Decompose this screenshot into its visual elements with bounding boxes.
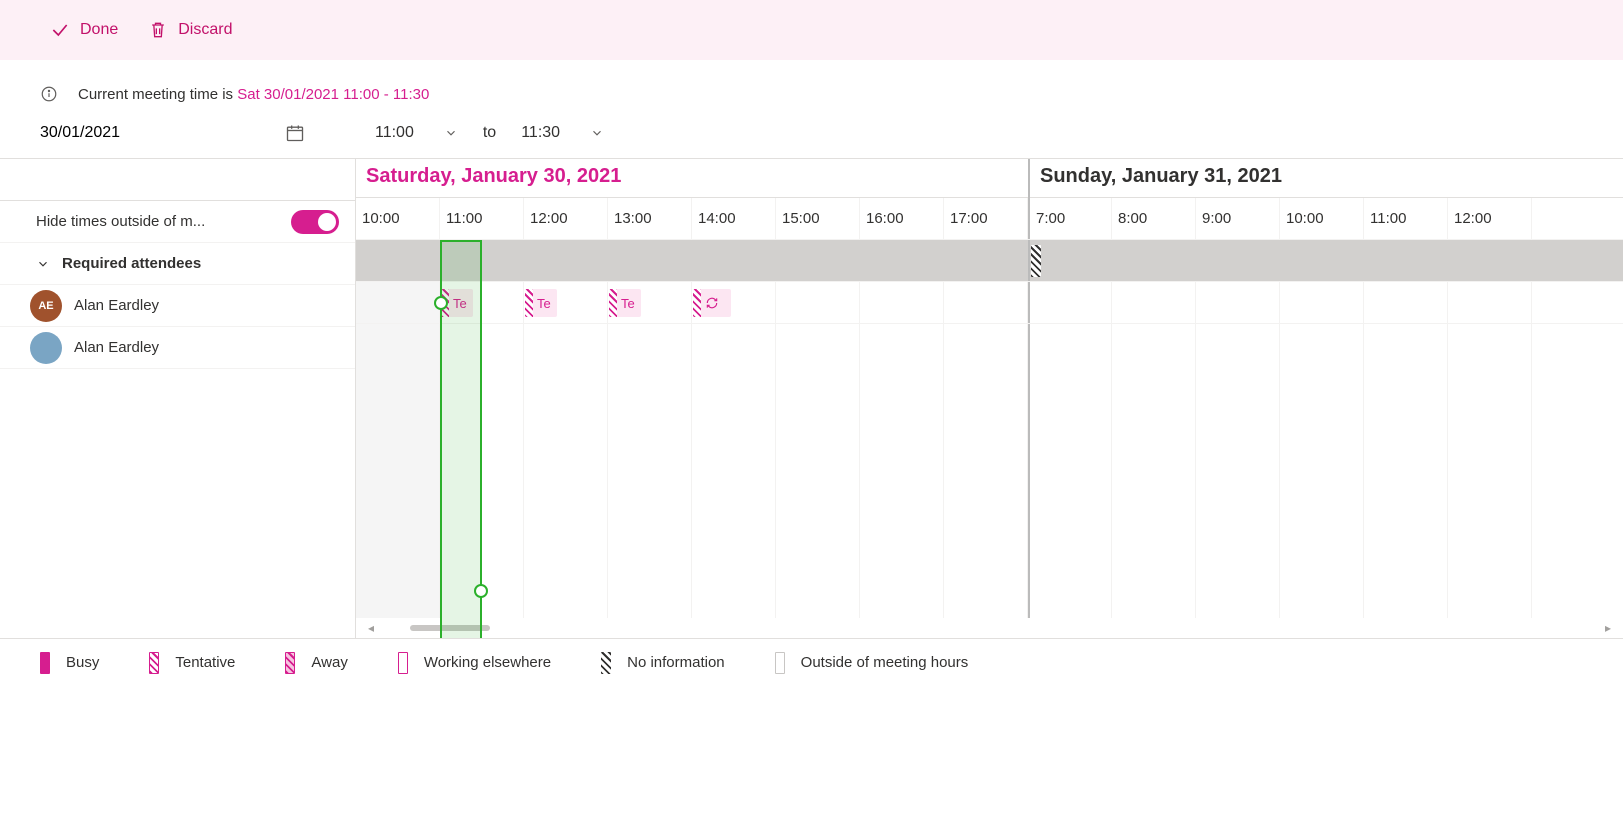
legend-no-information: No information: [601, 652, 725, 674]
required-attendees-header[interactable]: Required attendees: [0, 243, 355, 285]
availability-row[interactable]: Te Te Te: [356, 282, 1623, 324]
tentative-event[interactable]: Te: [525, 289, 557, 317]
horizontal-scrollbar[interactable]: ◂ ▸: [356, 618, 1623, 638]
scroll-right-icon[interactable]: ▸: [1605, 621, 1611, 635]
calendar-icon[interactable]: [285, 123, 305, 143]
hide-times-label: Hide times outside of m...: [36, 213, 283, 230]
date-input[interactable]: [40, 124, 260, 142]
top-bar: Done Discard: [0, 0, 1623, 60]
chevron-down-icon: [444, 126, 458, 140]
hour-label: 10:00: [1280, 198, 1364, 239]
legend-tentative: Tentative: [149, 652, 235, 674]
hour-label: 11:00: [440, 198, 524, 239]
attendee-name: Alan Eardley: [74, 339, 159, 356]
controls-bar: 11:00 to 11:30: [0, 113, 1623, 158]
legend-busy: Busy: [40, 652, 99, 674]
day-header-2: Sunday, January 31, 2021: [1030, 159, 1292, 197]
hour-label: 12:00: [1448, 198, 1532, 239]
start-time-select[interactable]: 11:00: [375, 124, 458, 142]
to-label: to: [483, 124, 496, 142]
hour-label: 14:00: [692, 198, 776, 239]
hide-times-toggle[interactable]: [291, 210, 339, 234]
hour-label: 10:00: [356, 198, 440, 239]
hour-label: 12:00: [524, 198, 608, 239]
end-time-select[interactable]: 11:30: [521, 124, 604, 142]
hour-label: 8:00: [1112, 198, 1196, 239]
chevron-down-icon: [590, 126, 604, 140]
avatar: AE: [30, 290, 62, 322]
grid-body: Te Te Te: [356, 240, 1623, 638]
hour-label: 16:00: [860, 198, 944, 239]
selection-end-handle[interactable]: [474, 584, 488, 598]
hour-label: 15:00: [776, 198, 860, 239]
info-datetime: Sat 30/01/2021 11:00 - 11:30: [237, 86, 429, 103]
attendee-row[interactable]: AE Alan Eardley: [0, 285, 355, 327]
legend: Busy Tentative Away Working elsewhere No…: [0, 638, 1623, 686]
summary-row: [356, 240, 1623, 282]
discard-button[interactable]: Discard: [148, 20, 232, 40]
check-icon: [50, 20, 70, 40]
discard-label: Discard: [178, 21, 232, 39]
recurring-icon: [705, 296, 719, 310]
hour-label: 7:00: [1028, 198, 1112, 239]
hour-label: 13:00: [608, 198, 692, 239]
trash-icon: [148, 20, 168, 40]
attendee-row[interactable]: Alan Eardley: [0, 327, 355, 369]
scroll-left-icon[interactable]: ◂: [368, 621, 374, 635]
info-bar: Current meeting time is Sat 30/01/2021 1…: [0, 60, 1623, 113]
hour-label: 17:00: [944, 198, 1028, 239]
day-header-1: Saturday, January 30, 2021: [356, 159, 631, 197]
scheduling-grid: Hide times outside of m... Required atte…: [0, 158, 1623, 638]
time-ruler: 10:00 11:00 12:00 13:00 14:00 15:00 16:0…: [356, 198, 1623, 240]
done-button[interactable]: Done: [50, 20, 118, 40]
selection-start-handle[interactable]: [434, 296, 448, 310]
hour-label: 11:00: [1364, 198, 1448, 239]
tentative-event[interactable]: Te: [609, 289, 641, 317]
legend-outside-hours: Outside of meeting hours: [775, 652, 969, 674]
attendee-panel: Hide times outside of m... Required atte…: [0, 159, 355, 638]
done-label: Done: [80, 21, 118, 39]
info-icon: [40, 85, 58, 103]
hour-label: 9:00: [1196, 198, 1280, 239]
time-selection[interactable]: [440, 240, 482, 638]
no-information-block: [1031, 245, 1041, 277]
attendee-name: Alan Eardley: [74, 297, 159, 314]
legend-working-elsewhere: Working elsewhere: [398, 652, 551, 674]
legend-away: Away: [285, 652, 347, 674]
avatar: [30, 332, 62, 364]
tentative-event[interactable]: [693, 289, 731, 317]
chevron-down-icon: [36, 257, 50, 271]
info-text: Current meeting time is Sat 30/01/2021 1…: [78, 86, 429, 103]
time-grid: Saturday, January 30, 2021 Sunday, Janua…: [355, 159, 1623, 638]
